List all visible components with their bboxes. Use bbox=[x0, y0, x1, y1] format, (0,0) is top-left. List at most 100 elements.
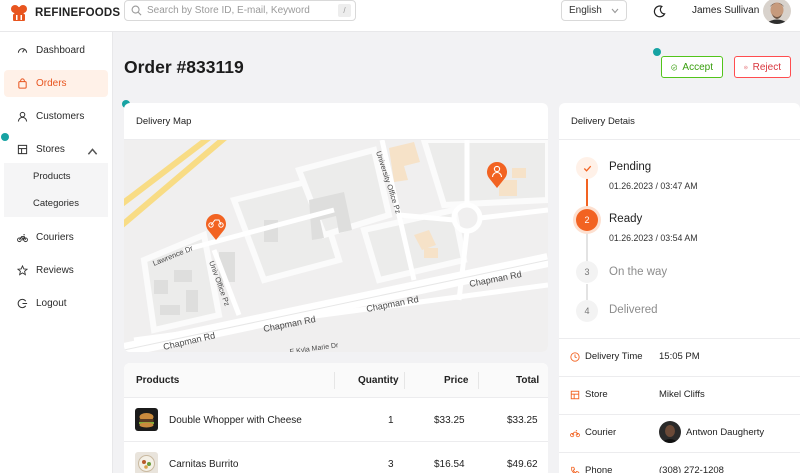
theme-toggle[interactable] bbox=[648, 0, 670, 22]
column-divider bbox=[404, 372, 405, 389]
card-title: Delivery Detais bbox=[559, 103, 800, 140]
tour-hint-dot[interactable] bbox=[1, 133, 9, 141]
delivery-time-value: 15:05 PM bbox=[659, 351, 700, 362]
store-value: Mikel Cliffs bbox=[659, 389, 705, 400]
step-label: Delivered bbox=[609, 304, 658, 316]
search-shortcut: / bbox=[338, 4, 351, 17]
sidebar-subitem-products[interactable]: Products bbox=[4, 163, 108, 190]
delivery-map-card: Delivery Map University Office Pz Lawren… bbox=[124, 103, 548, 352]
sidebar-item-label: Couriers bbox=[36, 232, 74, 243]
user-icon bbox=[17, 111, 28, 122]
column-header-total[interactable]: Total bbox=[516, 363, 539, 398]
product-price: $33.25 bbox=[434, 414, 465, 426]
shopping-bag-icon bbox=[18, 78, 27, 89]
product-quantity: 3 bbox=[388, 458, 394, 470]
courier-name: Antwon Daugherty bbox=[686, 427, 765, 438]
search-input[interactable] bbox=[147, 5, 327, 16]
delivery-details-card: Delivery Detais Pending 01.26.2023 / 03:… bbox=[559, 103, 800, 473]
tour-hint-dot[interactable] bbox=[653, 48, 661, 56]
logo-icon bbox=[11, 5, 27, 21]
delivery-time-row: Delivery Time 15:05 PM bbox=[559, 338, 800, 376]
product-total: $33.25 bbox=[507, 414, 538, 426]
info-label: Store bbox=[585, 389, 608, 400]
moon-icon bbox=[653, 4, 666, 17]
chevron-down-icon bbox=[611, 8, 619, 14]
table-row[interactable]: Carnitas Burrito 3 $16.54 $49.62 bbox=[124, 442, 548, 473]
table-row[interactable]: Double Whopper with Cheese 1 $33.25 $33.… bbox=[124, 398, 548, 442]
column-header-products[interactable]: Products bbox=[136, 363, 179, 398]
step-label: Pending bbox=[609, 161, 652, 173]
bike-icon bbox=[570, 430, 580, 438]
phone-icon bbox=[571, 466, 580, 473]
check-circle-icon bbox=[671, 64, 678, 70]
sidebar: Dashboard Orders Customers Stores Produc… bbox=[0, 32, 113, 473]
product-quantity: 1 bbox=[388, 414, 394, 426]
courier-avatar bbox=[659, 421, 681, 443]
sidebar-item-logout[interactable]: Logout bbox=[4, 290, 108, 317]
courier-row: Courier Antwon Daugherty bbox=[559, 414, 800, 452]
star-icon bbox=[17, 265, 28, 276]
store-icon bbox=[570, 390, 580, 400]
accept-button[interactable]: Accept bbox=[661, 56, 723, 78]
sidebar-item-reviews[interactable]: Reviews bbox=[4, 257, 108, 284]
step-date: 01.26.2023 / 03:47 AM bbox=[609, 181, 698, 191]
info-label: Delivery Time bbox=[585, 351, 643, 362]
step-connector bbox=[586, 230, 588, 263]
column-header-quantity[interactable]: Quantity bbox=[358, 363, 399, 398]
product-price: $16.54 bbox=[434, 458, 465, 470]
reject-button[interactable]: Reject bbox=[734, 56, 791, 78]
brand-name: REFINEFOODS bbox=[35, 7, 121, 19]
sidebar-item-couriers[interactable]: Couriers bbox=[4, 224, 108, 251]
sidebar-item-label: Reviews bbox=[36, 265, 74, 276]
table-header bbox=[124, 363, 548, 398]
brand-logo[interactable]: REFINEFOODS bbox=[9, 3, 120, 23]
user-avatar-image bbox=[763, 0, 791, 24]
accept-label: Accept bbox=[682, 61, 713, 73]
product-thumbnail bbox=[135, 408, 158, 431]
column-divider bbox=[334, 372, 335, 389]
sidebar-item-dashboard[interactable]: Dashboard bbox=[4, 37, 108, 64]
info-label: Phone bbox=[585, 465, 613, 473]
step-label: Ready bbox=[609, 213, 643, 225]
sidebar-item-label: Dashboard bbox=[36, 45, 85, 56]
language-value: English bbox=[569, 5, 602, 16]
column-divider bbox=[478, 372, 479, 389]
chevron-up-icon bbox=[87, 148, 98, 155]
info-label: Courier bbox=[585, 427, 617, 438]
product-name: Carnitas Burrito bbox=[169, 458, 239, 470]
map-canvas: University Office Pz Lawrence Dr Univ Of… bbox=[124, 127, 548, 352]
product-name: Double Whopper with Cheese bbox=[169, 414, 302, 426]
search-box[interactable]: / bbox=[124, 0, 356, 21]
dashboard-icon bbox=[17, 48, 28, 53]
step-number-icon: 2 bbox=[576, 209, 598, 231]
step-date: 01.26.2023 / 03:54 AM bbox=[609, 233, 698, 243]
column-header-price[interactable]: Price bbox=[444, 363, 468, 398]
sidebar-item-label: Stores bbox=[36, 144, 65, 155]
sidebar-item-label: Logout bbox=[36, 298, 67, 309]
delivery-map[interactable]: University Office Pz Lawrence Dr Univ Of… bbox=[124, 127, 548, 352]
user-name: James Sullivan bbox=[692, 5, 760, 16]
logout-icon bbox=[17, 298, 28, 309]
reject-label: Reject bbox=[752, 61, 781, 73]
step-number-icon: 4 bbox=[576, 300, 598, 322]
sidebar-item-orders[interactable]: Orders bbox=[4, 70, 108, 97]
sidebar-item-label: Orders bbox=[36, 78, 67, 89]
product-total: $49.62 bbox=[507, 458, 538, 470]
page-title: Order #833119 bbox=[124, 57, 244, 77]
top-bar: REFINEFOODS / English James Sullivan bbox=[0, 0, 800, 32]
step-label: On the way bbox=[609, 266, 668, 278]
sidebar-item-label: Customers bbox=[36, 111, 85, 122]
bike-icon bbox=[17, 234, 28, 243]
step-number-icon: 3 bbox=[576, 261, 598, 283]
avatar[interactable] bbox=[763, 0, 791, 24]
phone-value: (308) 272-1208 bbox=[659, 465, 724, 473]
step-done-icon bbox=[576, 157, 598, 179]
sidebar-item-stores[interactable]: Stores bbox=[4, 136, 108, 163]
phone-row: Phone (308) 272-1208 bbox=[559, 452, 800, 473]
search-icon bbox=[131, 5, 142, 16]
product-thumbnail bbox=[135, 452, 158, 473]
store-row: Store Mikel Cliffs bbox=[559, 376, 800, 414]
language-select[interactable]: English bbox=[561, 0, 627, 21]
sidebar-subitem-categories[interactable]: Categories bbox=[4, 190, 108, 217]
sidebar-item-customers[interactable]: Customers bbox=[4, 103, 108, 130]
